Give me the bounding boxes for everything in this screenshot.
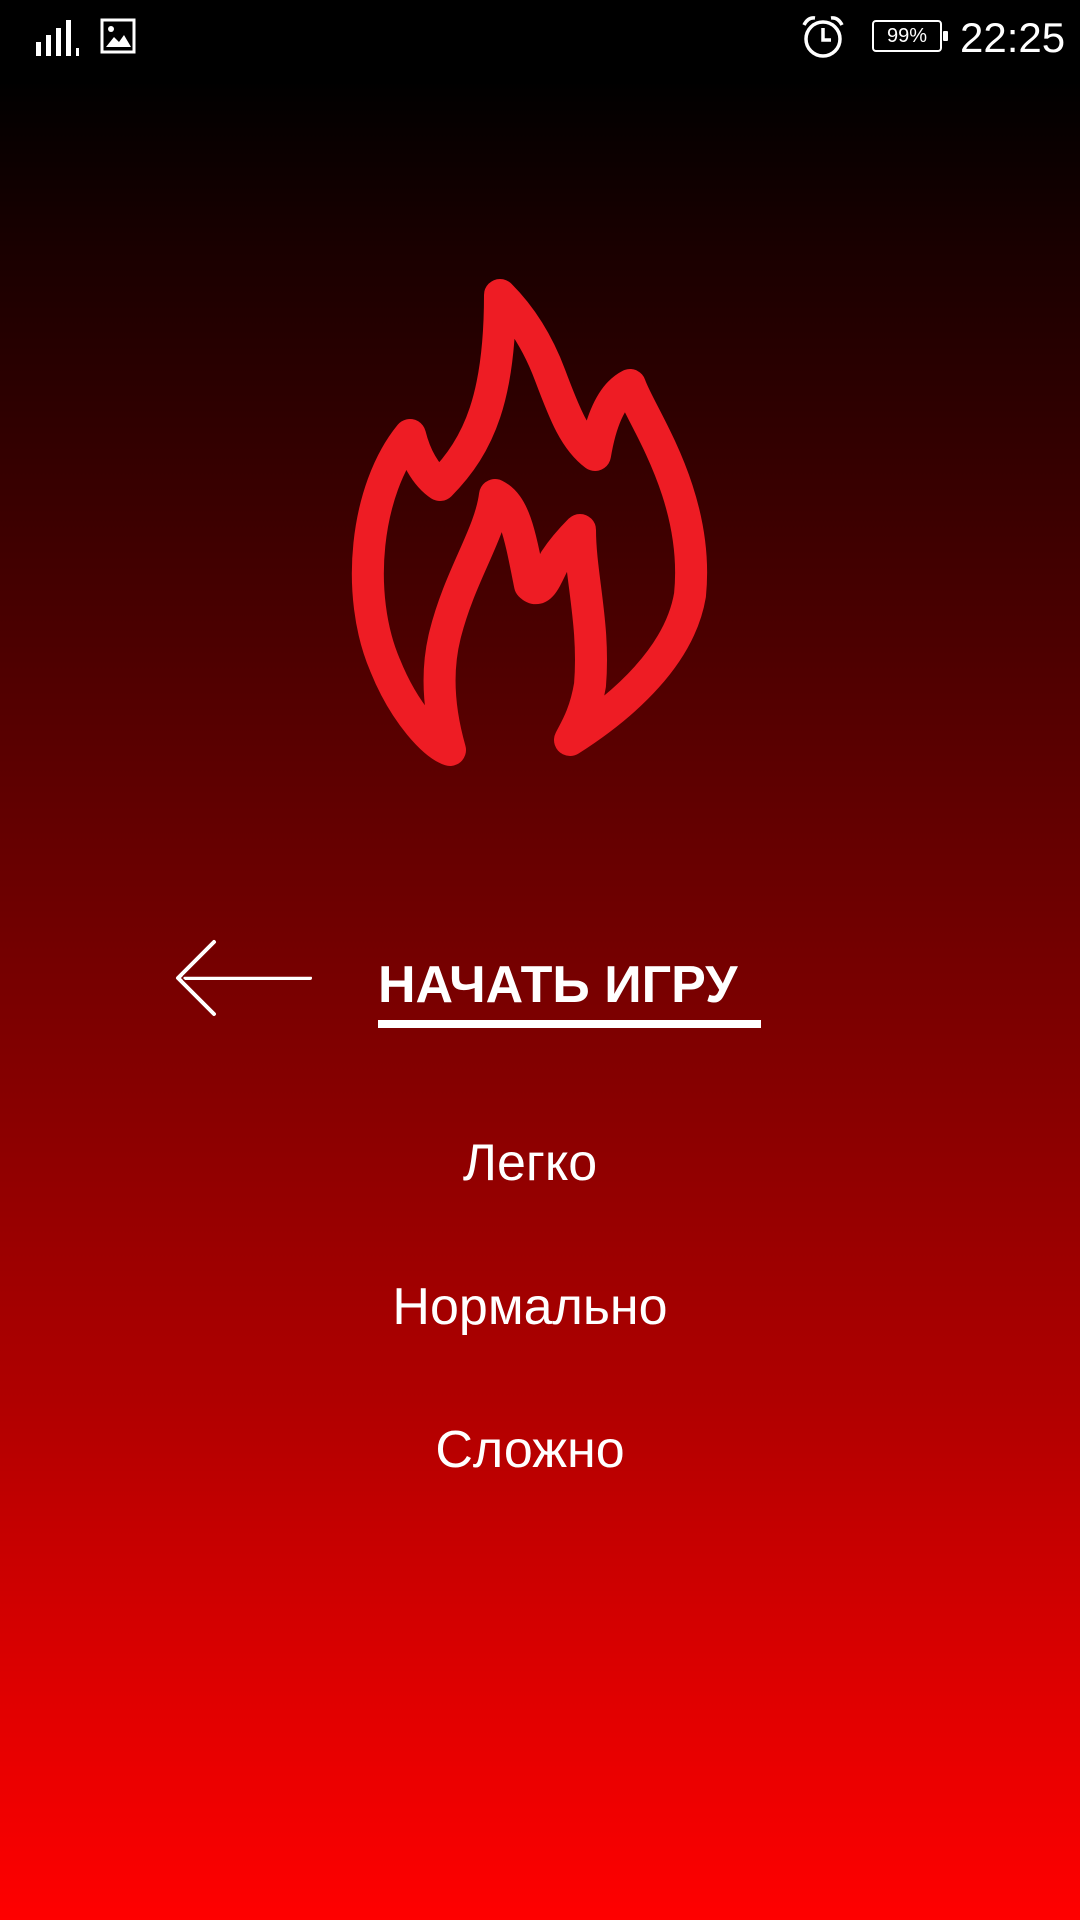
start-game-title: НАЧАТЬ ИГРУ — [378, 956, 738, 1014]
status-time: 22:25 — [960, 14, 1066, 61]
back-arrow-icon[interactable] — [172, 938, 316, 1018]
battery-icon: 99% — [872, 20, 948, 52]
signal-icon — [36, 20, 79, 56]
difficulty-normal-button[interactable]: Нормально — [0, 1272, 1060, 1342]
difficulty-hard-button[interactable]: Сложно — [0, 1415, 1060, 1485]
status-bar: 99% 22:25 — [0, 0, 1080, 76]
flame-icon — [351, 279, 708, 766]
difficulty-easy-button[interactable]: Легко — [0, 1128, 1060, 1198]
gallery-icon — [100, 18, 136, 54]
title-underline — [378, 1020, 761, 1028]
alarm-icon — [802, 16, 844, 58]
